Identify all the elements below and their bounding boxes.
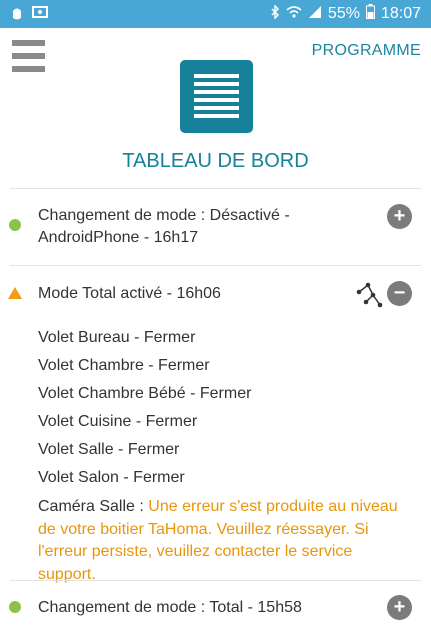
- event-text: Changement de mode : Désactivé - Android…: [38, 207, 290, 246]
- notification-icon: [10, 5, 24, 20]
- document-icon: [180, 60, 253, 133]
- battery-icon: [365, 4, 375, 24]
- detail-item: Volet Salon - Fermer: [38, 469, 185, 486]
- status-right: 55% 18:07: [270, 3, 421, 24]
- divider: [10, 188, 421, 189]
- event-text: Changement de mode : Total - 15h58: [38, 599, 302, 616]
- clock: 18:07: [380, 5, 421, 22]
- status-bar: 55% 18:07: [0, 0, 431, 28]
- menu-icon[interactable]: [12, 40, 45, 72]
- detail-item: Volet Chambre - Fermer: [38, 357, 210, 374]
- bluetooth-icon: [270, 3, 280, 24]
- wifi-icon: [286, 5, 302, 24]
- scenario-graph-icon: [356, 282, 384, 313]
- battery-percent: 55%: [327, 5, 360, 22]
- status-success-icon: [9, 219, 21, 231]
- collapse-minus-icon[interactable]: −: [387, 281, 412, 306]
- warning-icon: [8, 287, 22, 299]
- status-success-icon: [9, 601, 21, 613]
- detail-item: Volet Salle - Fermer: [38, 441, 180, 458]
- status-left-icons: [10, 5, 48, 20]
- divider: [10, 265, 421, 266]
- expand-plus-icon[interactable]: +: [387, 204, 412, 229]
- detail-item: Volet Bureau - Fermer: [38, 329, 196, 346]
- divider: [10, 580, 421, 581]
- detail-item: Volet Cuisine - Fermer: [38, 413, 198, 430]
- error-device: Caméra Salle :: [38, 498, 149, 515]
- signal-icon: [308, 5, 322, 24]
- programme-link[interactable]: PROGRAMME: [312, 42, 421, 60]
- expand-plus-icon[interactable]: +: [387, 595, 412, 620]
- event-text: Mode Total activé - 16h06: [38, 285, 221, 302]
- gallery-icon: [32, 5, 48, 19]
- detail-item: Volet Chambre Bébé - Fermer: [38, 385, 252, 402]
- page-title: TABLEAU DE BORD: [122, 150, 309, 172]
- error-detail: Caméra Salle : Une erreur s'est produite…: [38, 496, 408, 586]
